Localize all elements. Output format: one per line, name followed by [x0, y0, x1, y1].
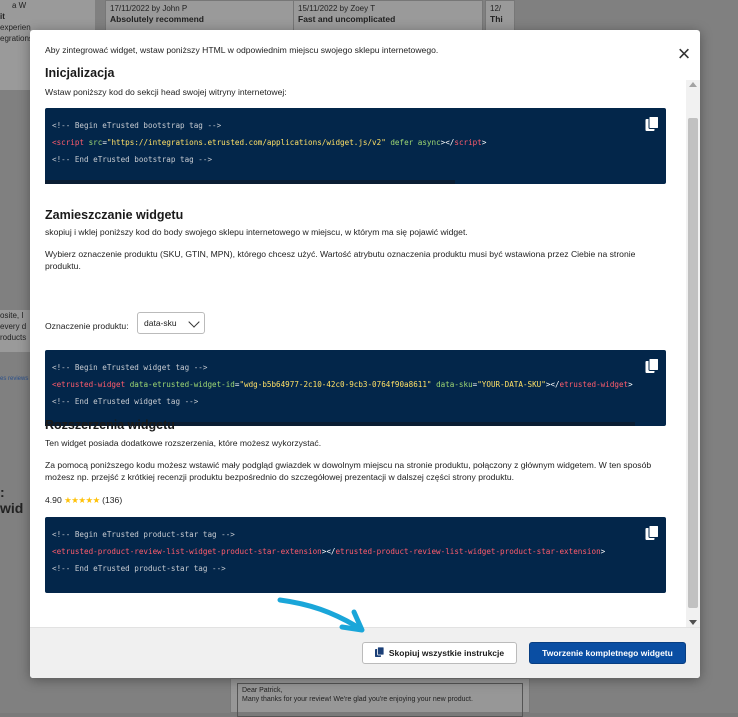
code-comment: <!-- Begin eTrusted widget tag --> [52, 363, 208, 372]
code-line: <script src="https://integrations.etrust… [52, 138, 487, 147]
chevron-down-icon [188, 316, 200, 328]
code-comment: <!-- Begin eTrusted product-star tag --> [52, 530, 235, 539]
rating-preview: 4.90 ★★★★★ (136) [45, 494, 122, 506]
bg-left-snippet: osite, I every d roducts [0, 310, 30, 352]
bg-card-meta: 17/11/2022 by John P [110, 4, 188, 13]
bg-reply-greeting: Dear Patrick, [242, 687, 283, 694]
rating-stars: ★★★★★ [64, 495, 100, 505]
init-desc: Wstaw poniższy kod do sekcji head swojej… [45, 87, 287, 97]
code-line: <etrusted-widget data-etrusted-widget-id… [52, 380, 633, 389]
code-block-init[interactable]: <!-- Begin eTrusted bootstrap tag --> <s… [45, 108, 666, 184]
select-value: data-sku [144, 318, 177, 328]
close-button[interactable]: × [672, 41, 696, 66]
integration-modal: × Aby zintegrować widget, wstaw poniższy… [30, 30, 700, 678]
bg-heading: : wid [0, 484, 24, 516]
placement-desc: skopiuj i wklej poniższy kod do body swo… [45, 227, 468, 237]
copy-icon [374, 647, 384, 657]
bg-card-title: Absolutely recommend [110, 14, 204, 24]
code-block-product-star[interactable]: <!-- Begin eTrusted product-star tag -->… [45, 517, 666, 593]
product-identifier-select[interactable]: data-sku [137, 312, 205, 334]
extensions-desc2: Za pomocą poniższego kodu możesz wstawić… [45, 460, 652, 482]
copy-icon[interactable] [645, 116, 659, 132]
bg-link: es reviews [0, 376, 29, 382]
modal-scrollbar[interactable] [686, 80, 700, 628]
bg-reply-box: Dear Patrick, Many thanks for your revie… [237, 683, 523, 717]
create-widget-label: Tworzenie kompletnego widgetu [542, 648, 673, 658]
create-complete-widget-button[interactable]: Tworzenie kompletnego widgetu [529, 642, 686, 664]
scroll-up-arrow-icon[interactable] [689, 82, 697, 87]
bg-reply-card: Dear Patrick, Many thanks for your revie… [230, 678, 530, 717]
section-title-placement: Zamieszczanie widgetu [45, 208, 184, 222]
bg-text: every d [0, 322, 27, 331]
code-comment: <!-- Begin eTrusted bootstrap tag --> [52, 121, 222, 130]
copy-icon[interactable] [645, 358, 659, 374]
modal-content: Aby zintegrować widget, wstaw poniższy H… [45, 44, 675, 624]
section-title-init: Inicjalizacja [45, 66, 115, 80]
rating-value: 4.90 [45, 495, 62, 505]
arrow-annotation-icon [277, 597, 365, 633]
code-horizontal-scrollbar[interactable] [45, 180, 455, 184]
bg-text: it [0, 12, 5, 21]
code-comment: <!-- End eTrusted product-star tag --> [52, 564, 226, 573]
code-comment: <!-- End eTrusted widget tag --> [52, 397, 199, 406]
extensions-desc: Ten widget posiada dodatkowe rozszerzeni… [45, 438, 322, 448]
placement-desc2: Wybierz oznaczenie produktu (SKU, GTIN, … [45, 249, 636, 271]
scroll-thumb[interactable] [688, 118, 698, 608]
close-icon: × [677, 41, 691, 66]
section-title-extensions: Rozszerzenia widgetu [45, 418, 175, 432]
bg-text: osite, I [0, 311, 24, 320]
bg-card-meta: 15/11/2022 by Zoey T [298, 4, 376, 13]
code-block-widget[interactable]: <!-- Begin eTrusted widget tag --> <etru… [45, 350, 666, 426]
bg-reply-message: Many thanks for your review! We're glad … [242, 696, 473, 703]
code-line: <etrusted-product-review-list-widget-pro… [52, 547, 606, 556]
scroll-down-arrow-icon[interactable] [689, 620, 697, 625]
bg-text: roducts [0, 333, 27, 342]
copy-all-label: Skopiuj wszystkie instrukcje [388, 648, 505, 658]
select-label: Oznaczenie produktu: [45, 321, 129, 331]
copy-icon[interactable] [645, 525, 659, 541]
code-comment: <!-- End eTrusted bootstrap tag --> [52, 155, 213, 164]
rating-count: (136) [102, 495, 123, 505]
intro-text: Aby zintegrować widget, wstaw poniższy H… [45, 45, 439, 55]
copy-all-instructions-button[interactable]: Skopiuj wszystkie instrukcje [362, 642, 517, 664]
bg-card-meta: 12/ [490, 4, 502, 13]
bg-card-title: Thi [490, 14, 503, 24]
bg-card-title: Fast and uncomplicated [298, 14, 396, 24]
bg-text: a W [12, 1, 27, 10]
